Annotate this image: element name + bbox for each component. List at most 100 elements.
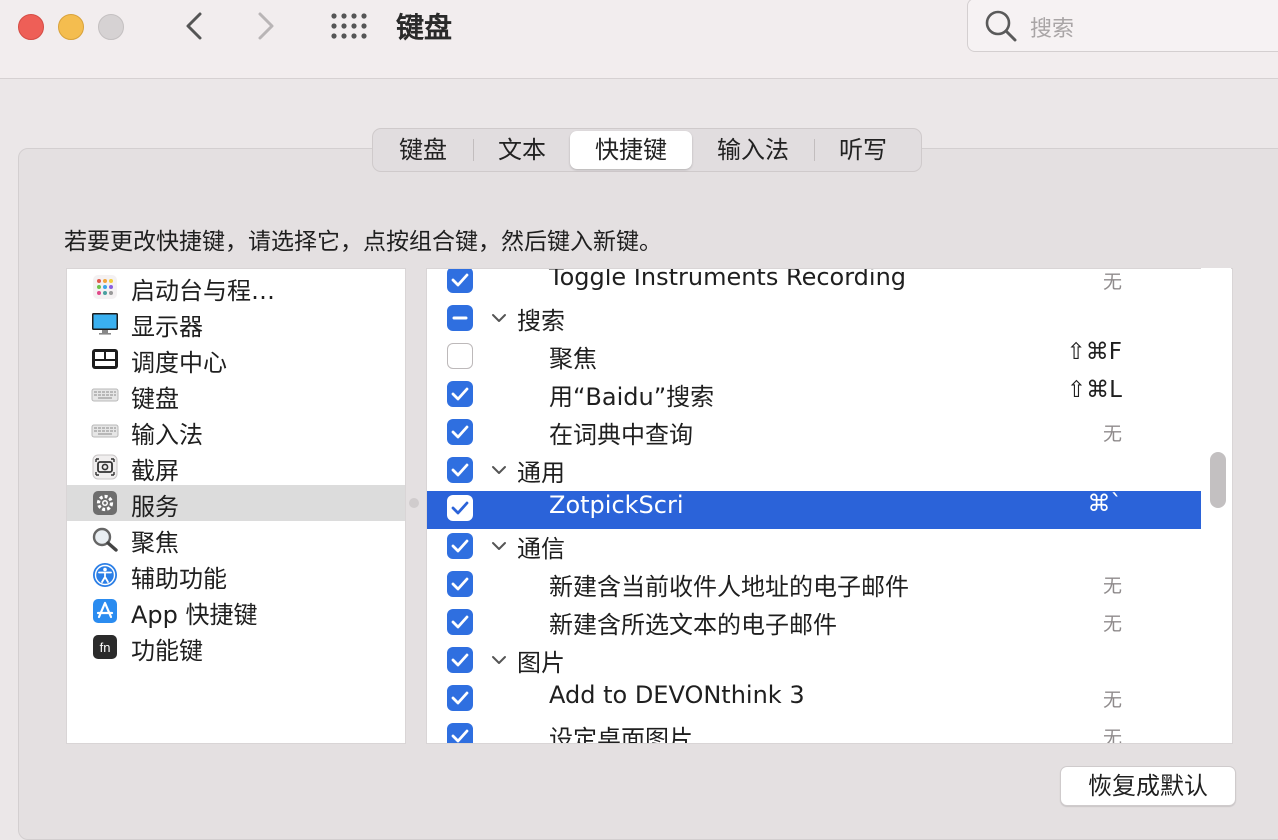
shortcut-row[interactable]: 用“Baidu”搜索 ⇧⌘L: [427, 377, 1202, 415]
category-label: 启动台与程…: [131, 277, 275, 305]
shortcut-value[interactable]: 无: [1103, 685, 1122, 712]
gear-icon: [93, 491, 117, 515]
shortcut-label: 用“Baidu”搜索: [549, 383, 715, 411]
shortcut-row[interactable]: 新建含所选文本的电子邮件 无: [427, 605, 1202, 643]
checkmark-icon: [451, 425, 469, 439]
category-item-display[interactable]: 显示器: [67, 305, 405, 341]
shortcut-value[interactable]: ⇧⌘L: [1067, 377, 1122, 403]
checkbox[interactable]: [447, 305, 473, 331]
shortcut-value[interactable]: 无: [1103, 419, 1122, 446]
checkbox[interactable]: [447, 609, 473, 635]
minimize-window-button[interactable]: [58, 14, 84, 40]
checkbox[interactable]: [447, 571, 473, 597]
category-item-mission-control[interactable]: 调度中心: [67, 341, 405, 377]
app-store-icon: [93, 599, 117, 623]
shortcut-group-row[interactable]: 通用: [427, 453, 1202, 491]
show-all-grid-icon[interactable]: [330, 13, 368, 39]
chevron-down-icon[interactable]: [491, 312, 507, 324]
chevron-down-icon[interactable]: [491, 654, 507, 666]
checkmark-icon: [451, 691, 469, 705]
back-arrow-icon[interactable]: [178, 8, 210, 44]
checkmark-icon: [451, 501, 469, 515]
category-label: 聚焦: [131, 529, 179, 557]
checkbox[interactable]: [447, 647, 473, 673]
shortcut-label: 新建含所选文本的电子邮件: [549, 611, 837, 639]
category-item-app-shortcuts[interactable]: App 快捷键: [67, 593, 405, 629]
checkmark-icon: [451, 387, 469, 401]
chevron-down-icon[interactable]: [491, 464, 507, 476]
scrollbar-thumb[interactable]: [1210, 452, 1226, 508]
category-item-accessibility[interactable]: 辅助功能: [67, 557, 405, 593]
category-label: 功能键: [131, 637, 203, 665]
shortcut-label: Toggle Instruments Recording: [549, 268, 907, 291]
shortcut-value[interactable]: ⇧⌘F: [1066, 339, 1122, 365]
shortcut-row[interactable]: 设定桌面图片 无: [427, 719, 1202, 743]
shortcut-row-selected[interactable]: ZotpickScri ⌘`: [427, 491, 1202, 529]
category-item-screenshot[interactable]: 截屏: [67, 449, 405, 485]
tab-keyboard[interactable]: 键盘: [373, 131, 473, 169]
group-label: 通信: [517, 535, 565, 563]
category-label: 键盘: [131, 385, 179, 413]
shortcut-value[interactable]: ⌘`: [1088, 491, 1123, 517]
tab-text[interactable]: 文本: [474, 131, 570, 169]
category-item-function-keys[interactable]: fn 功能键: [67, 629, 405, 665]
split-divider-handle[interactable]: [409, 498, 419, 508]
tab-input-sources[interactable]: 输入法: [692, 131, 814, 169]
category-item-services[interactable]: 服务: [67, 485, 405, 521]
shortcut-row[interactable]: 聚焦 ⇧⌘F: [427, 339, 1202, 377]
checkbox[interactable]: [447, 685, 473, 711]
category-item-input-sources[interactable]: 输入法: [67, 413, 405, 449]
shortcut-list[interactable]: Toggle Instruments Recording 无 搜索 聚焦 ⇧⌘F…: [426, 268, 1233, 744]
checkbox[interactable]: [447, 723, 473, 743]
category-item-keyboard[interactable]: 键盘: [67, 377, 405, 413]
title-bar: 键盘 搜索: [0, 0, 1278, 79]
magnifier-icon: [92, 527, 118, 552]
accessibility-icon: [93, 563, 117, 587]
category-list[interactable]: 启动台与程… 显示器 调度中心 键盘 输入法 截屏 服务 聚焦 辅助功能 App…: [66, 268, 406, 744]
shortcut-group-row[interactable]: 图片: [427, 643, 1202, 681]
shortcut-label: ZotpickScri: [549, 491, 684, 519]
shortcut-group-row[interactable]: 通信: [427, 529, 1202, 567]
category-label: 辅助功能: [131, 565, 227, 593]
forward-arrow-icon[interactable]: [250, 8, 282, 44]
group-label: 图片: [517, 649, 565, 677]
checkmark-icon: [451, 539, 469, 553]
shortcut-row[interactable]: 新建含当前收件人地址的电子邮件 无: [427, 567, 1202, 605]
checkbox[interactable]: [447, 419, 473, 445]
checkmark-icon: [451, 273, 469, 287]
close-window-button[interactable]: [18, 14, 44, 40]
checkmark-icon: [451, 577, 469, 591]
mixed-state-icon: [452, 316, 468, 320]
zoom-window-button[interactable]: [98, 14, 124, 40]
checkbox[interactable]: [447, 495, 473, 521]
restore-defaults-button[interactable]: 恢复成默认: [1060, 766, 1236, 806]
shortcut-group-row[interactable]: 搜索: [427, 301, 1202, 339]
category-item-spotlight[interactable]: 聚焦: [67, 521, 405, 557]
shortcut-label: Add to DEVONthink 3: [549, 681, 805, 709]
fn-key-icon: fn: [93, 635, 117, 659]
checkbox[interactable]: [447, 533, 473, 559]
checkbox[interactable]: [447, 343, 473, 369]
category-label: 调度中心: [131, 349, 227, 377]
instruction-text: 若要更改快捷键，请选择它，点按组合键，然后键入新键。: [64, 229, 662, 255]
tab-shortcuts[interactable]: 快捷键: [570, 131, 692, 169]
shortcut-row[interactable]: Add to DEVONthink 3 无: [427, 681, 1202, 719]
shortcut-row[interactable]: Toggle Instruments Recording 无: [427, 268, 1202, 301]
tab-bar: 键盘 文本 快捷键 输入法 听写: [372, 128, 922, 172]
window-title: 键盘: [396, 11, 453, 44]
shortcut-label: 新建含当前收件人地址的电子邮件: [549, 573, 909, 601]
shortcut-value[interactable]: 无: [1103, 609, 1122, 636]
checkbox[interactable]: [447, 381, 473, 407]
search-icon: [985, 10, 1017, 42]
shortcut-value[interactable]: 无: [1103, 723, 1122, 743]
checkbox[interactable]: [447, 269, 473, 293]
shortcut-row[interactable]: 在词典中查询 无: [427, 415, 1202, 453]
search-input[interactable]: 搜索: [967, 0, 1278, 52]
chevron-down-icon[interactable]: [491, 540, 507, 552]
category-item-launchpad[interactable]: 启动台与程…: [67, 269, 405, 305]
checkbox[interactable]: [447, 457, 473, 483]
shortcut-label: 聚焦: [549, 345, 597, 373]
shortcut-value[interactable]: 无: [1103, 571, 1122, 598]
search-placeholder: 搜索: [1030, 17, 1075, 42]
tab-dictation[interactable]: 听写: [815, 131, 911, 169]
